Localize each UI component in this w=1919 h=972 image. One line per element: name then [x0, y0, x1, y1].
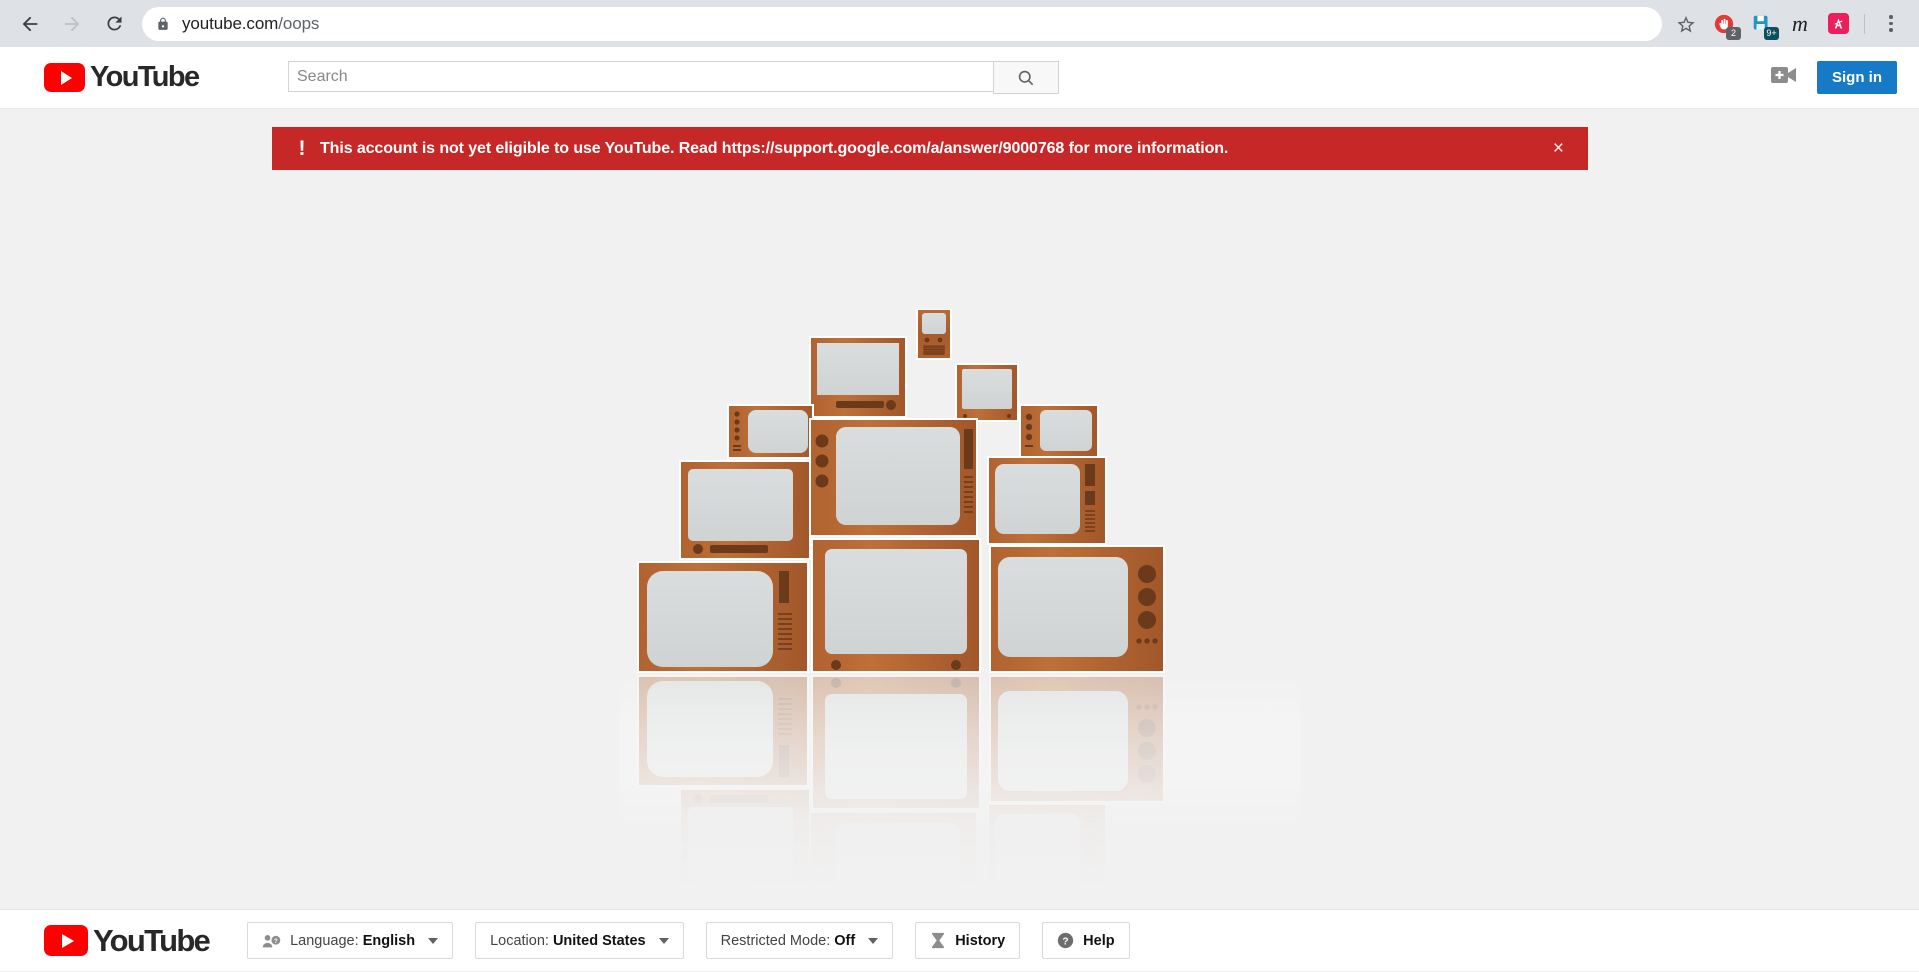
footer-youtube-logo[interactable]: YouTube — [44, 922, 211, 959]
tv-pyramid-svg — [619, 309, 1300, 889]
account-not-eligible-banner: ! This account is not yet eligible to us… — [272, 127, 1588, 170]
footer-play-icon — [44, 925, 88, 956]
hourglass-icon — [932, 932, 945, 949]
language-value: English — [362, 932, 416, 949]
search-input[interactable] — [288, 61, 993, 92]
reload-button[interactable] — [94, 4, 134, 44]
help-button[interactable]: ? Help — [1042, 922, 1130, 959]
search-icon — [1018, 70, 1034, 85]
restricted-mode-label: Restricted Mode: — [720, 932, 835, 949]
page-content: ! This account is not yet eligible to us… — [0, 109, 1919, 909]
url-text: youtube.com/oops — [182, 14, 319, 34]
adblock-badge: 2 — [1726, 26, 1741, 40]
a-extension-icon[interactable] — [1820, 6, 1856, 42]
tv-bottom-left — [636, 561, 809, 673]
history-button[interactable]: History — [915, 922, 1021, 959]
url-path: /oops — [278, 13, 320, 33]
youtube-logo[interactable]: YouTube — [44, 61, 200, 94]
save-badge: 9+ — [1764, 26, 1779, 40]
tv-row4-left — [678, 460, 811, 560]
toolbar-divider — [1864, 13, 1865, 34]
exclamation-icon: ! — [298, 137, 306, 160]
search-button[interactable] — [993, 61, 1059, 94]
tv-row3-far-left — [726, 404, 814, 459]
chevron-down-icon — [658, 937, 669, 944]
youtube-play-icon — [44, 63, 85, 92]
chevron-down-icon — [868, 937, 879, 944]
back-button[interactable] — [10, 4, 50, 44]
tv-center-large-upper — [808, 418, 978, 537]
forward-button[interactable] — [52, 4, 92, 44]
tv-bottom-center — [810, 538, 981, 673]
people-question-icon: ? — [262, 934, 281, 947]
location-button[interactable]: Location: United States — [475, 922, 684, 959]
language-label: Language: — [290, 932, 363, 949]
save-extension-icon[interactable]: 9+ — [1744, 6, 1780, 42]
footer-logo-text: YouTube — [93, 922, 211, 958]
browser-actions: 2 9+ m — [1668, 6, 1909, 42]
restricted-mode-button[interactable]: Restricted Mode: Off — [705, 922, 894, 959]
upload-video-icon[interactable] — [1771, 65, 1797, 90]
location-label: Location: — [490, 932, 553, 949]
restricted-mode-value: Off — [834, 932, 856, 949]
youtube-footer: YouTube ? Language: English Location: Un… — [0, 909, 1919, 971]
tv-upper-left — [808, 336, 907, 418]
lock-icon — [156, 17, 170, 31]
tv-row4-right — [986, 456, 1107, 545]
navigation-buttons — [10, 4, 134, 44]
adblock-extension-icon[interactable]: 2 — [1706, 6, 1742, 42]
alert-message: This account is not yet eligible to use … — [320, 139, 1229, 157]
header-right-actions: Sign in — [1771, 61, 1897, 94]
help-label: Help — [1083, 932, 1115, 949]
svg-text:?: ? — [1063, 936, 1069, 947]
reflection-fade-overlay — [619, 677, 1300, 889]
tv-upper-right — [954, 363, 1019, 422]
chevron-down-icon — [428, 937, 439, 944]
history-label: History — [955, 932, 1006, 949]
bookmark-star-icon[interactable] — [1668, 6, 1704, 42]
vintage-televisions-illustration — [0, 309, 1919, 889]
address-bar[interactable]: youtube.com/oops — [142, 6, 1662, 41]
youtube-logo-text: YouTube — [90, 61, 200, 93]
url-domain: youtube.com — [182, 13, 279, 33]
tv-bottom-right — [988, 545, 1165, 673]
search-bar — [288, 61, 1059, 94]
tv-row3-right — [1018, 404, 1099, 461]
svg-text:?: ? — [274, 937, 278, 944]
m-extension-icon[interactable]: m — [1782, 6, 1818, 42]
sign-in-button[interactable]: Sign in — [1817, 61, 1897, 94]
youtube-header: YouTube Sign in — [0, 47, 1919, 109]
browser-toolbar: youtube.com/oops 2 9+ m — [0, 0, 1919, 47]
location-value: United States — [552, 932, 646, 949]
chrome-menu-icon[interactable] — [1873, 6, 1909, 42]
language-button[interactable]: ? Language: English — [247, 922, 454, 959]
question-circle-icon: ? — [1058, 932, 1074, 949]
close-icon[interactable]: × — [1549, 139, 1568, 158]
m-extension-glyph: m — [1792, 10, 1808, 36]
tv-top-small — [915, 309, 952, 360]
